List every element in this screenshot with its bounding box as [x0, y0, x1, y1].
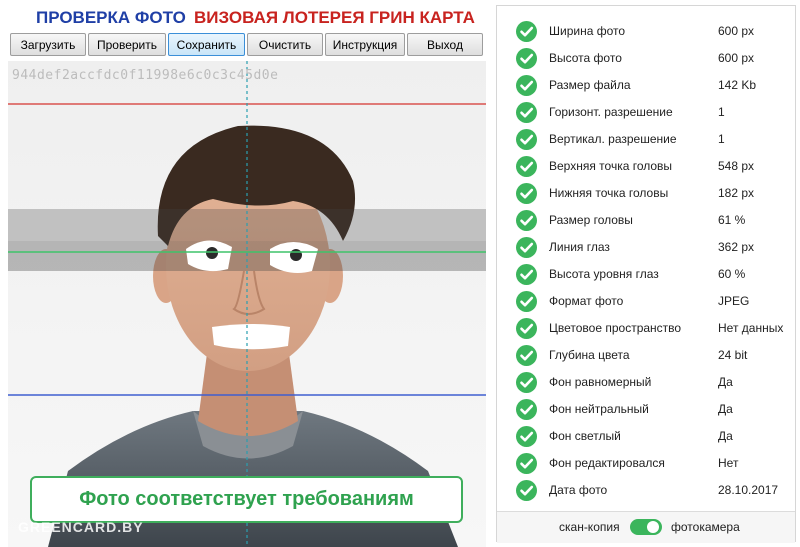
- check-ok-icon: [516, 345, 537, 366]
- save-button[interactable]: Сохранить: [168, 33, 245, 56]
- check-ok-icon: [516, 372, 537, 393]
- check-label: Верхняя точка головы: [549, 159, 673, 173]
- check-label: Размер головы: [549, 213, 633, 227]
- check-value: 182 px: [718, 186, 755, 200]
- check-label: Фон нейтральный: [549, 402, 649, 416]
- mode-camera-label: фотокамера: [671, 520, 740, 534]
- check-ok-icon: [516, 264, 537, 285]
- app-title: ПРОВЕРКА ФОТО: [36, 8, 186, 27]
- check-label: Ширина фото: [549, 24, 626, 38]
- check-value: 1: [718, 105, 725, 119]
- check-value: 28.10.2017: [718, 483, 779, 497]
- panel-divider: [497, 511, 795, 512]
- status-message: Фото соответствует требованиям: [30, 476, 463, 523]
- check-value: 1: [718, 132, 725, 146]
- instructions-button[interactable]: Инструкция: [325, 33, 405, 56]
- check-label: Вертикал. разрешение: [549, 132, 677, 146]
- check-row: Размер файла 142 Kb: [497, 72, 795, 99]
- check-ok-icon: [516, 426, 537, 447]
- check-row: Цветовое пространство Нет данных: [497, 315, 795, 342]
- check-ok-icon: [516, 129, 537, 150]
- check-value: Да: [718, 375, 733, 389]
- check-button[interactable]: Проверить: [88, 33, 166, 56]
- exit-button[interactable]: Выход: [407, 33, 483, 56]
- check-value: Нет: [718, 456, 739, 470]
- check-value: Да: [718, 429, 733, 443]
- check-row: Горизонт. разрешение 1: [497, 99, 795, 126]
- watermark: GREENCARD.BY: [18, 519, 144, 535]
- check-row: Ширина фото 600 px: [497, 18, 795, 45]
- check-row: Вертикал. разрешение 1: [497, 126, 795, 153]
- check-value: 60 %: [718, 267, 746, 281]
- check-value: Да: [718, 402, 733, 416]
- check-label: Фон равномерный: [549, 375, 652, 389]
- photo-preview: 944def2accfdc0f11998e6c0c3c45d0e Фото со…: [8, 61, 486, 547]
- check-value: 600 px: [718, 51, 755, 65]
- check-label: Дата фото: [549, 483, 608, 497]
- check-ok-icon: [516, 453, 537, 474]
- photo-image: [8, 61, 486, 547]
- check-row: Размер головы 61 %: [497, 207, 795, 234]
- check-row: Верхняя точка головы 548 px: [497, 153, 795, 180]
- mode-toggle[interactable]: [630, 519, 662, 535]
- check-value: 600 px: [718, 24, 755, 38]
- check-ok-icon: [516, 291, 537, 312]
- check-row: Нижняя точка головы 182 px: [497, 180, 795, 207]
- toggle-knob: [647, 521, 659, 533]
- check-ok-icon: [516, 48, 537, 69]
- mouth-mask: [212, 324, 290, 350]
- check-row: Фон редактировался Нет: [497, 450, 795, 477]
- check-row: Дата фото 28.10.2017: [497, 477, 795, 504]
- check-ok-icon: [516, 318, 537, 339]
- capture-mode-switch: скан-копия фотокамера: [497, 511, 795, 543]
- check-ok-icon: [516, 237, 537, 258]
- check-ok-icon: [516, 156, 537, 177]
- check-label: Фон редактировался: [549, 456, 665, 470]
- clear-button[interactable]: Очистить: [247, 33, 323, 56]
- check-ok-icon: [516, 399, 537, 420]
- check-label: Высота фото: [549, 51, 622, 65]
- check-row: Фон нейтральный Да: [497, 396, 795, 423]
- check-value: Нет данных: [718, 321, 784, 335]
- check-ok-icon: [516, 480, 537, 501]
- check-row: Глубина цвета 24 bit: [497, 342, 795, 369]
- check-ok-icon: [516, 21, 537, 42]
- photo-check-app: ПРОВЕРКА ФОТО ВИЗОВАЯ ЛОТЕРЕЯ ГРИН КАРТА…: [0, 0, 800, 547]
- check-value: 362 px: [718, 240, 755, 254]
- check-row: Фон светлый Да: [497, 423, 795, 450]
- check-value: JPEG: [718, 294, 750, 308]
- photo-hash: 944def2accfdc0f11998e6c0c3c45d0e: [12, 68, 279, 83]
- check-ok-icon: [516, 210, 537, 231]
- mode-scan-label: скан-копия: [559, 520, 620, 534]
- check-row: Линия глаз 362 px: [497, 234, 795, 261]
- check-row: Высота уровня глаз 60 %: [497, 261, 795, 288]
- check-row: Высота фото 600 px: [497, 45, 795, 72]
- check-value: 61 %: [718, 213, 746, 227]
- check-row: Фон равномерный Да: [497, 369, 795, 396]
- right-pupil: [290, 249, 302, 261]
- check-label: Горизонт. разрешение: [549, 105, 673, 119]
- load-button[interactable]: Загрузить: [10, 33, 86, 56]
- check-ok-icon: [516, 183, 537, 204]
- check-value: 142 Kb: [718, 78, 757, 92]
- check-label: Фон светлый: [549, 429, 621, 443]
- check-label: Линия глаз: [549, 240, 610, 254]
- check-ok-icon: [516, 75, 537, 96]
- check-label: Размер файла: [549, 78, 631, 92]
- check-value: 24 bit: [718, 348, 748, 362]
- check-results-panel: Ширина фото 600 px Высота фото 600 px Размер…: [496, 5, 796, 543]
- check-label: Формат фото: [549, 294, 624, 308]
- check-row: Формат фото JPEG: [497, 288, 795, 315]
- check-label: Высота уровня глаз: [549, 267, 659, 281]
- left-pupil: [206, 247, 218, 259]
- check-ok-icon: [516, 102, 537, 123]
- lottery-title: ВИЗОВАЯ ЛОТЕРЕЯ ГРИН КАРТА: [194, 8, 475, 27]
- check-label: Цветовое пространство: [549, 321, 682, 335]
- check-label: Глубина цвета: [549, 348, 630, 362]
- check-label: Нижняя точка головы: [549, 186, 669, 200]
- check-value: 548 px: [718, 159, 755, 173]
- toolbar: Загрузить Проверить Сохранить Очистить И…: [10, 33, 483, 56]
